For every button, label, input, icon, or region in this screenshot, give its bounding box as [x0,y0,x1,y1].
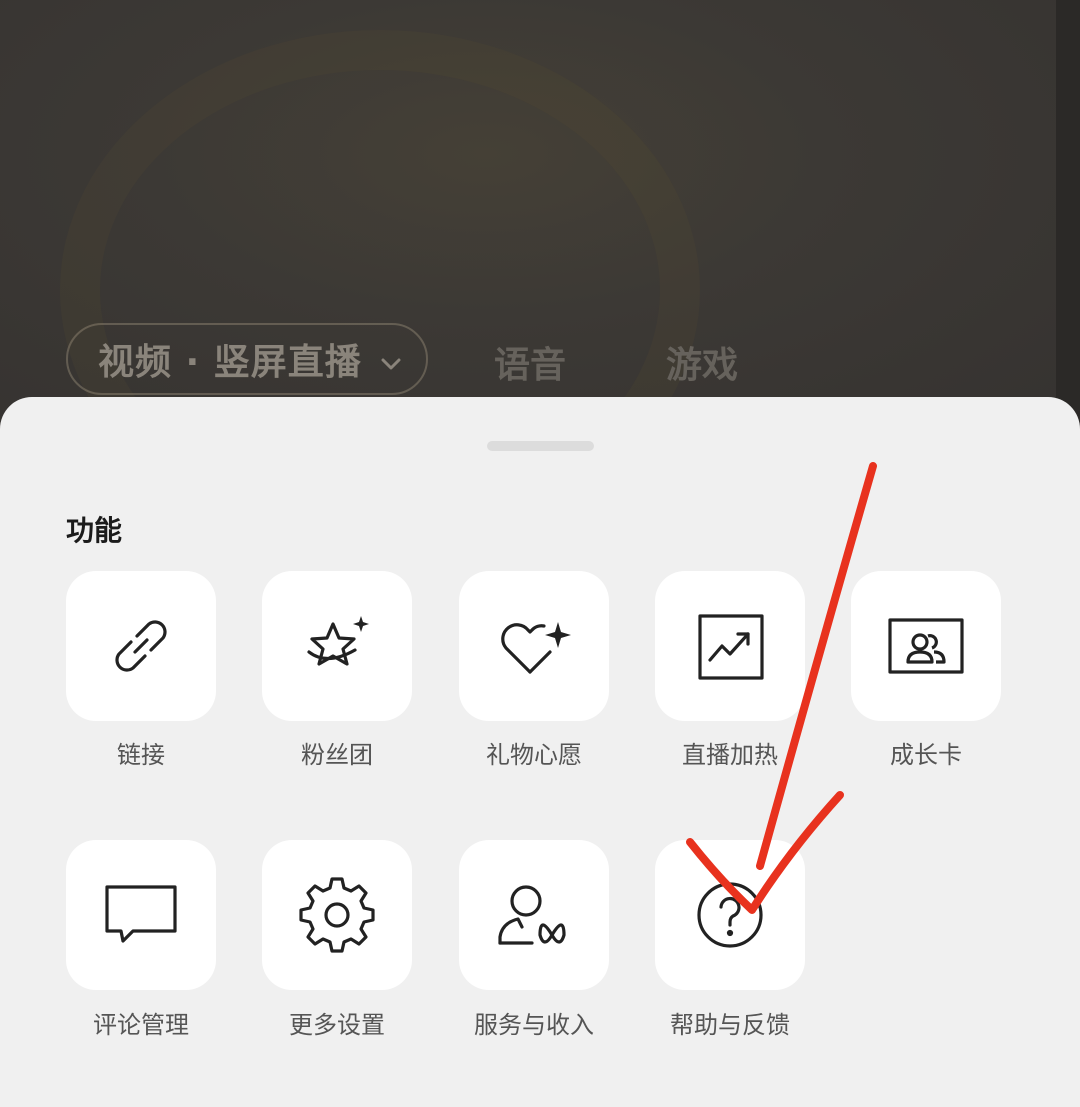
item-label-link: 链接 [117,741,165,769]
more-settings-button[interactable] [262,840,412,990]
chevron-down-icon [380,339,402,380]
link-icon [101,606,181,686]
tab-voice[interactable]: 语音 [494,336,566,388]
function-sheet: 功能 链接 粉丝团 礼物心愿 直播加热 成长卡 评论管理 更多设置 服务与收入 … [0,397,1080,1107]
item-label-service-income: 服务与收入 [474,1011,594,1039]
item-label-comment-manage: 评论管理 [93,1011,189,1039]
user-card-icon [884,606,968,686]
comment-manage-button[interactable] [66,840,216,990]
growth-card-button[interactable] [851,571,1001,721]
item-label-gift-wish: 礼物心愿 [486,741,582,769]
service-income-button[interactable] [459,840,609,990]
item-label-more-settings: 更多设置 [289,1011,385,1039]
gift-wish-button[interactable] [459,571,609,721]
sheet-drag-handle[interactable] [487,441,594,451]
tab-game[interactable]: 游戏 [666,336,738,388]
star-sparkle-icon [297,606,377,686]
help-feedback-button[interactable] [655,840,805,990]
gear-icon [297,875,377,955]
link-button[interactable] [66,571,216,721]
item-label-live-boost: 直播加热 [682,741,778,769]
trend-chart-icon [690,606,770,686]
fan-club-button[interactable] [262,571,412,721]
live-boost-button[interactable] [655,571,805,721]
item-label-fan-club: 粉丝团 [301,741,373,769]
item-label-growth-card: 成长卡 [890,741,962,769]
live-mode-selector[interactable]: 视频 · 竖屏直播 [66,323,428,395]
heart-sparkle-icon [492,606,576,686]
comment-icon [99,875,183,955]
preview-edge [1056,0,1080,440]
user-butterfly-icon [492,875,576,955]
item-label-help-feedback: 帮助与反馈 [670,1011,790,1039]
live-mode-label: 视频 · 竖屏直播 [98,342,362,383]
section-title: 功能 [66,514,123,547]
help-circle-icon [690,875,770,955]
